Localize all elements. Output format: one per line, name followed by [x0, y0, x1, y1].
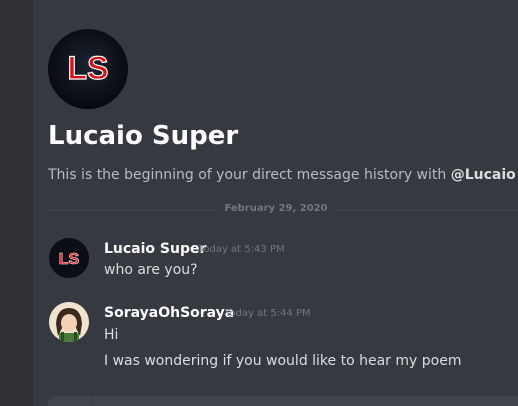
date-divider-label: February 29, 2020 [216, 203, 336, 214]
page-title: Lucaio Super [48, 121, 239, 151]
message-author[interactable]: Lucaio Super [104, 241, 206, 257]
anime-avatar-icon [49, 302, 89, 342]
dm-window: LS Lucaio Super This is the beginning of… [0, 0, 518, 406]
message-text: who are you? [104, 262, 198, 278]
left-sidebar-edge [0, 0, 33, 406]
attach-button[interactable] [48, 396, 93, 406]
message-timestamp: Today at 5:43 PM [199, 244, 285, 255]
dm-intro-text: This is the beginning of your direct mes… [48, 167, 518, 183]
message-input[interactable] [48, 396, 518, 406]
svg-text:LS: LS [59, 251, 80, 268]
message-avatar-soraya[interactable] [49, 302, 89, 342]
profile-avatar[interactable]: LS [48, 29, 128, 109]
message-timestamp: Today at 5:44 PM [225, 308, 311, 319]
message-text: I was wondering if you would like to hea… [104, 353, 462, 369]
message-author[interactable]: SorayaOhSoraya [104, 305, 234, 321]
message-avatar-lucaio[interactable]: LS [49, 238, 89, 278]
ls-logo-icon: LS [48, 29, 128, 109]
chat-area[interactable]: LS Lucaio Super This is the beginning of… [33, 0, 518, 406]
message-text: Hi [104, 327, 119, 343]
dm-intro-prefix: This is the beginning of your direct mes… [48, 167, 451, 183]
dm-intro-mention[interactable]: @Lucaio Super [451, 167, 518, 183]
ls-avatar-icon: LS [49, 238, 89, 278]
svg-text:LS: LS [68, 50, 109, 86]
